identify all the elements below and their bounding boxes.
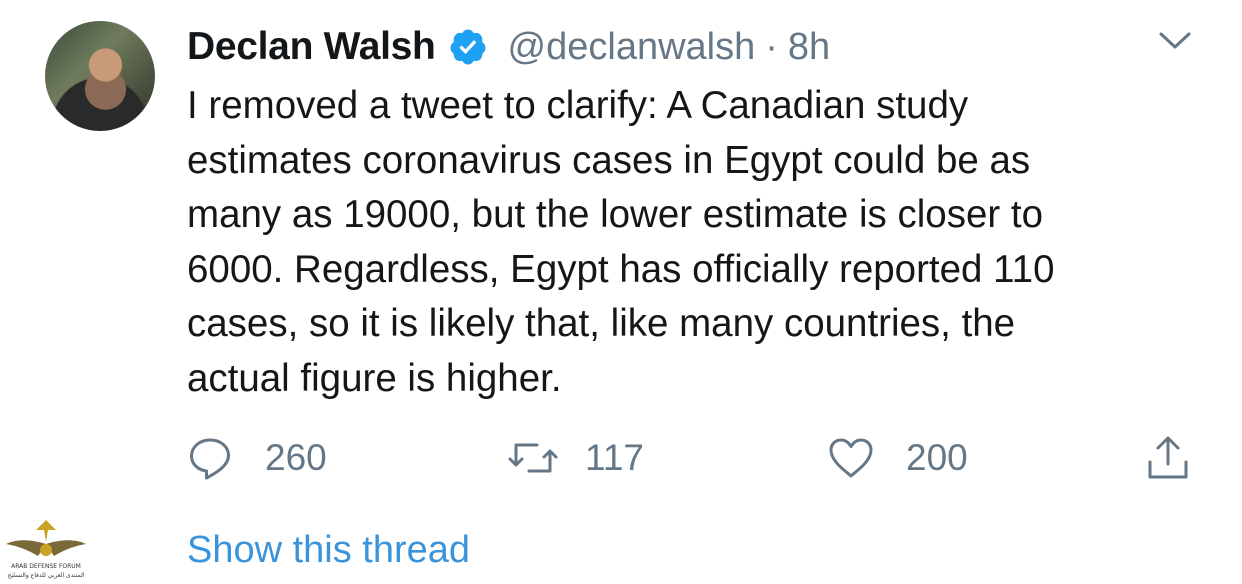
like-count: 200 xyxy=(906,437,968,478)
reply-count: 260 xyxy=(265,437,327,478)
tweet-text: I removed a tweet to clarify: A Canadian… xyxy=(187,84,1055,400)
watermark-line2: المنتدى العربي للدفاع والتسليح xyxy=(8,572,85,579)
avatar[interactable] xyxy=(45,21,155,131)
retweet-icon xyxy=(508,443,558,473)
show-thread-link[interactable]: Show this thread xyxy=(187,529,470,572)
verified-badge-icon xyxy=(450,29,486,65)
retweet-button[interactable]: 117 xyxy=(507,430,644,486)
tweet-actions: 260 117 200 xyxy=(187,430,1207,486)
share-button[interactable] xyxy=(1145,430,1191,486)
like-button[interactable]: 200 xyxy=(828,430,968,486)
author-handle[interactable]: @declanwalsh xyxy=(508,26,756,69)
chevron-down-icon[interactable] xyxy=(1158,30,1192,52)
watermark-line1: ARAB DEFENSE FORUM xyxy=(11,563,81,570)
retweet-count: 117 xyxy=(585,437,644,478)
tweet-header: Declan Walsh @declanwalsh · 8h xyxy=(187,22,830,72)
author-name[interactable]: Declan Walsh xyxy=(187,25,436,69)
reply-icon xyxy=(190,438,230,480)
reply-button[interactable]: 260 xyxy=(187,430,327,486)
tweet-timestamp[interactable]: 8h xyxy=(788,26,830,69)
heart-icon xyxy=(829,438,873,478)
share-icon xyxy=(1148,436,1188,479)
forum-logo-watermark: ARAB DEFENSE FORUM المنتدى العربي للدفاع… xyxy=(6,520,86,579)
header-separator: · xyxy=(765,25,778,68)
